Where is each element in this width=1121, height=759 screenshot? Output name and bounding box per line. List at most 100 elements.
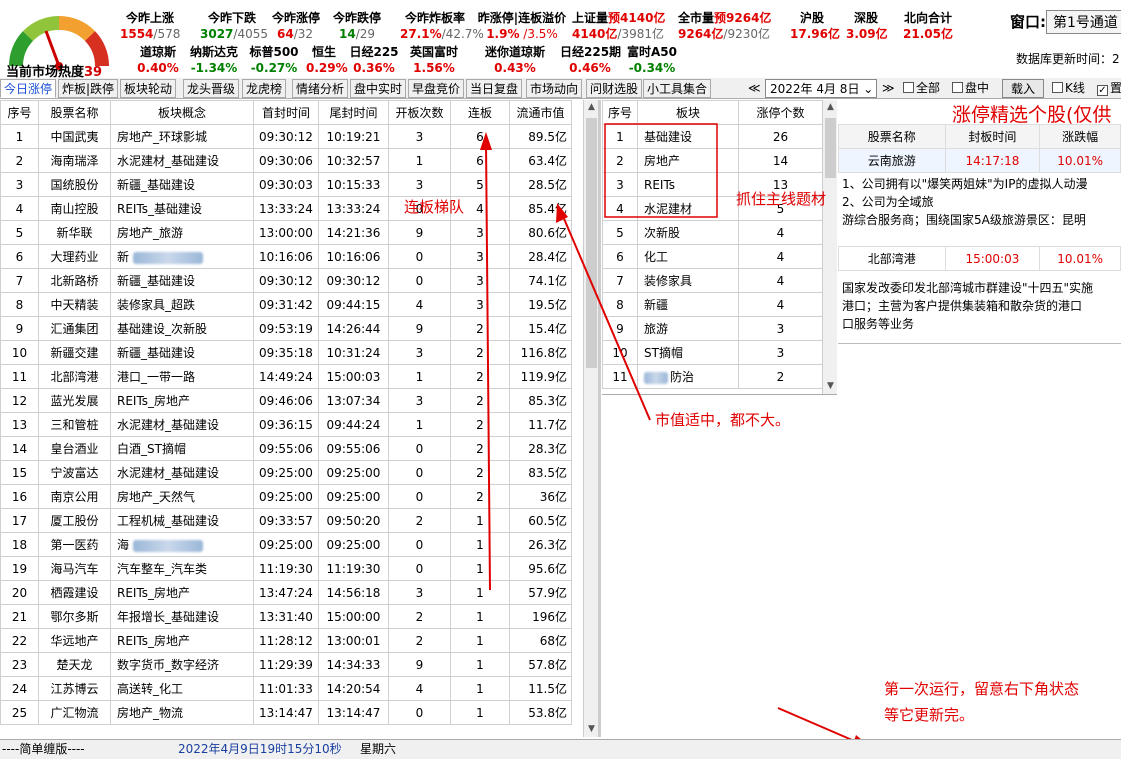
tab-0[interactable]: 今日涨停 (0, 79, 57, 98)
table-row[interactable]: 4 南山控股 REITs_基础建设 13:33:24 13:33:24 0 4 85.4亿 (0, 196, 572, 221)
column-header[interactable]: 序号 (0, 100, 39, 125)
table-row[interactable]: 25 广汇物流 房地产_物流 13:14:47 13:14:47 0 1 53.8亿 (0, 700, 572, 725)
index-stat: 迷你道琼斯 0.43% (472, 44, 558, 76)
table-cell: 3 (388, 340, 451, 365)
table-row[interactable]: 24 江苏博云 高送转_化工 11:01:33 14:20:54 4 1 11.5亿 (0, 676, 572, 701)
table-cell: 10:15:33 (318, 172, 389, 197)
table-row[interactable]: 11 北部湾港 港口_一带一路 14:49:24 15:00:03 1 2 119.9亿 (0, 364, 572, 389)
table-row[interactable]: 6 大理药业新 10:16:06 10:16:06 0 3 28.4亿 (0, 244, 572, 269)
column-header[interactable]: 流通市值 (509, 100, 572, 125)
scroll-down-icon[interactable]: ▼ (584, 722, 599, 737)
scroll-down-icon[interactable]: ▼ (823, 379, 838, 394)
column-header[interactable]: 尾封时间 (318, 100, 389, 125)
table-row[interactable]: 6 化工 4 (602, 244, 823, 269)
window-selector[interactable]: 窗口: 第1号通道 (1010, 10, 1121, 34)
table-row[interactable]: 21 鄂尔多斯 年报增长_基础建设 13:31:40 15:00:00 2 1 196亿 (0, 604, 572, 629)
table-cell: 1 (450, 508, 510, 533)
table-row[interactable]: 2 海南瑞泽 水泥建材_基础建设 09:30:06 10:32:57 1 6 63.4亿 (0, 148, 572, 173)
table-row[interactable]: 14 皇台酒业 白酒_ST摘帽 09:55:06 09:55:06 0 2 28.3亿 (0, 436, 572, 461)
column-header[interactable]: 涨停个数 (738, 100, 823, 125)
load-button[interactable]: 载入 (1002, 79, 1045, 98)
scroll-up-icon[interactable]: ▲ (584, 100, 599, 115)
tab-10[interactable]: 问财选股 (586, 79, 643, 98)
table-row[interactable]: 15 宁波富达 水泥建材_基础建设 09:25:00 09:25:00 0 2 83.5亿 (0, 460, 572, 485)
table-row[interactable]: 19 海马汽车 汽车整车_汽车类 11:19:30 11:19:30 0 1 95.6亿 (0, 556, 572, 581)
tab-7[interactable]: 早盘竞价 (408, 79, 465, 98)
scroll-up-icon[interactable]: ▲ (823, 100, 838, 115)
date-next-button[interactable]: ≫ (882, 79, 895, 98)
table-row[interactable]: 11 防治 2 (602, 364, 823, 389)
table-row[interactable]: 5 新华联 房地产_旅游 13:00:00 14:21:36 9 3 80.6亿 (0, 220, 572, 245)
intraday-checkbox[interactable]: 盘中 (952, 79, 989, 98)
scrollbar-thumb[interactable] (825, 118, 836, 178)
table-row[interactable]: 10 新疆交建 新疆_基础建设 09:35:18 10:31:24 3 2 116.8亿 (0, 340, 572, 365)
stock2-description: 国家发改委印发北部湾城市群建设"十四五"实施 港口；主营为客户提供集装箱和散杂货… (842, 279, 1121, 333)
tab-3[interactable]: 龙头晋级 (183, 79, 240, 98)
kline-checkbox[interactable]: K线 (1052, 79, 1085, 98)
table-cell: 4 (738, 268, 823, 293)
table-cell: 房地产_物流 (110, 700, 254, 725)
table-row[interactable]: 1 中国武夷 房地产_环球影城 09:30:12 10:19:21 3 6 89.5亿 (0, 124, 572, 149)
table-row[interactable]: 17 厦工股份 工程机械_基础建设 09:33:57 09:50:20 2 1 60.5亿 (0, 508, 572, 533)
table-row[interactable]: 12 蓝光发展 REITs_房地产 09:46:06 13:07:34 3 2 85.3亿 (0, 388, 572, 413)
tab-1[interactable]: 炸板|跌停 (58, 79, 119, 98)
column-header[interactable]: 板块 (637, 100, 739, 125)
table-row[interactable]: 23 楚天龙 数字货币_数字经济 11:29:39 14:34:33 9 1 57.8亿 (0, 652, 572, 677)
column-header[interactable]: 涨跌幅 (1039, 124, 1121, 149)
stat-label: 今昨涨停 (272, 11, 321, 25)
table-row[interactable]: 16 南京公用 房地产_天然气 09:25:00 09:25:00 0 2 36亿 (0, 484, 572, 509)
table-row[interactable]: 7 装修家具 4 (602, 268, 823, 293)
column-header[interactable]: 股票名称 (838, 124, 946, 149)
date-prev-button[interactable]: ≪ (748, 79, 761, 98)
main-table-scrollbar[interactable]: ▲ ▼ (583, 100, 598, 737)
splitter[interactable] (598, 100, 601, 737)
tab-2[interactable]: 板块轮动 (120, 79, 177, 98)
index-label: 恒生 (311, 45, 336, 59)
table-row[interactable]: 18 第一医药海 09:25:00 09:25:00 0 1 26.3亿 (0, 532, 572, 557)
tab-11[interactable]: 小工具集合 (643, 79, 712, 98)
table-row[interactable]: 8 中天精装 装修家具_超跌 09:31:42 09:44:15 4 3 19.5亿 (0, 292, 572, 317)
table-row[interactable]: 1 基础建设 26 (602, 124, 823, 149)
table-row[interactable]: 10 ST摘帽 3 (602, 340, 823, 365)
table-row[interactable]: 8 新疆 4 (602, 292, 823, 317)
scrollbar-thumb[interactable] (586, 118, 597, 368)
column-header[interactable]: 股票名称 (38, 100, 111, 125)
tab-9[interactable]: 市场动向 (526, 79, 583, 98)
table-cell: 53.8亿 (509, 700, 572, 725)
tab-5[interactable]: 情绪分析 (292, 79, 349, 98)
tab-6[interactable]: 盘中实时 (350, 79, 407, 98)
market-stat: 全市量预9264亿 9264亿/9230亿 (678, 10, 771, 42)
table-row[interactable]: 9 旅游 3 (602, 316, 823, 341)
column-header[interactable]: 板块概念 (110, 100, 254, 125)
date-picker[interactable]: 2022年 4月 8日 ⌄ (765, 79, 877, 98)
all-checkbox[interactable]: 全部 (903, 79, 940, 98)
table-cell: 09:36:15 (253, 412, 319, 437)
tab-4[interactable]: 龙虎榜 (242, 79, 287, 98)
table-cell: 09:55:06 (318, 436, 389, 461)
column-header[interactable]: 开板次数 (388, 100, 451, 125)
sector-table-scrollbar[interactable]: ▲ ▼ (822, 100, 837, 394)
table-row[interactable]: 北部湾港 15:00:03 10.01% (838, 246, 1121, 271)
column-header[interactable]: 封板时间 (944, 124, 1041, 149)
table-cell: 0 (388, 268, 451, 293)
table-row[interactable]: 7 北新路桥 新疆_基础建设 09:30:12 09:30:12 0 3 74.1亿 (0, 268, 572, 293)
table-cell: 24 (0, 676, 39, 701)
window-channel-select[interactable]: 第1号通道 (1046, 10, 1121, 34)
table-row[interactable]: 22 华远地产 REITs_房地产 11:28:12 13:00:01 2 1 68亿 (0, 628, 572, 653)
table-row[interactable]: 云南旅游 14:17:18 10.01% (838, 148, 1121, 173)
table-row[interactable]: 13 三和管桩 水泥建材_基础建设 09:36:15 09:44:24 1 2 11.7亿 (0, 412, 572, 437)
column-header[interactable]: 序号 (602, 100, 638, 125)
table-row[interactable]: 20 栖霞建设 REITs_房地产 13:47:24 14:56:18 3 1 57.9亿 (0, 580, 572, 605)
table-row[interactable]: 5 次新股 4 (602, 220, 823, 245)
pin-checkbox[interactable]: 置 (1097, 79, 1121, 98)
index-stat: 富时A50 -0.34% (622, 44, 682, 76)
column-header[interactable]: 连板 (450, 100, 510, 125)
table-row[interactable]: 9 汇通集团 基础建设_次新股 09:53:19 14:26:44 9 2 15.4亿 (0, 316, 572, 341)
table-cell: 95.6亿 (509, 556, 572, 581)
table-cell: 14:20:54 (318, 676, 389, 701)
table-row[interactable]: 2 房地产 14 (602, 148, 823, 173)
table-row[interactable]: 3 国统股份 新疆_基础建设 09:30:03 10:15:33 3 5 28.5亿 (0, 172, 572, 197)
tab-8[interactable]: 当日复盘 (466, 79, 523, 98)
table-cell: 13:47:24 (253, 580, 319, 605)
column-header[interactable]: 首封时间 (253, 100, 319, 125)
